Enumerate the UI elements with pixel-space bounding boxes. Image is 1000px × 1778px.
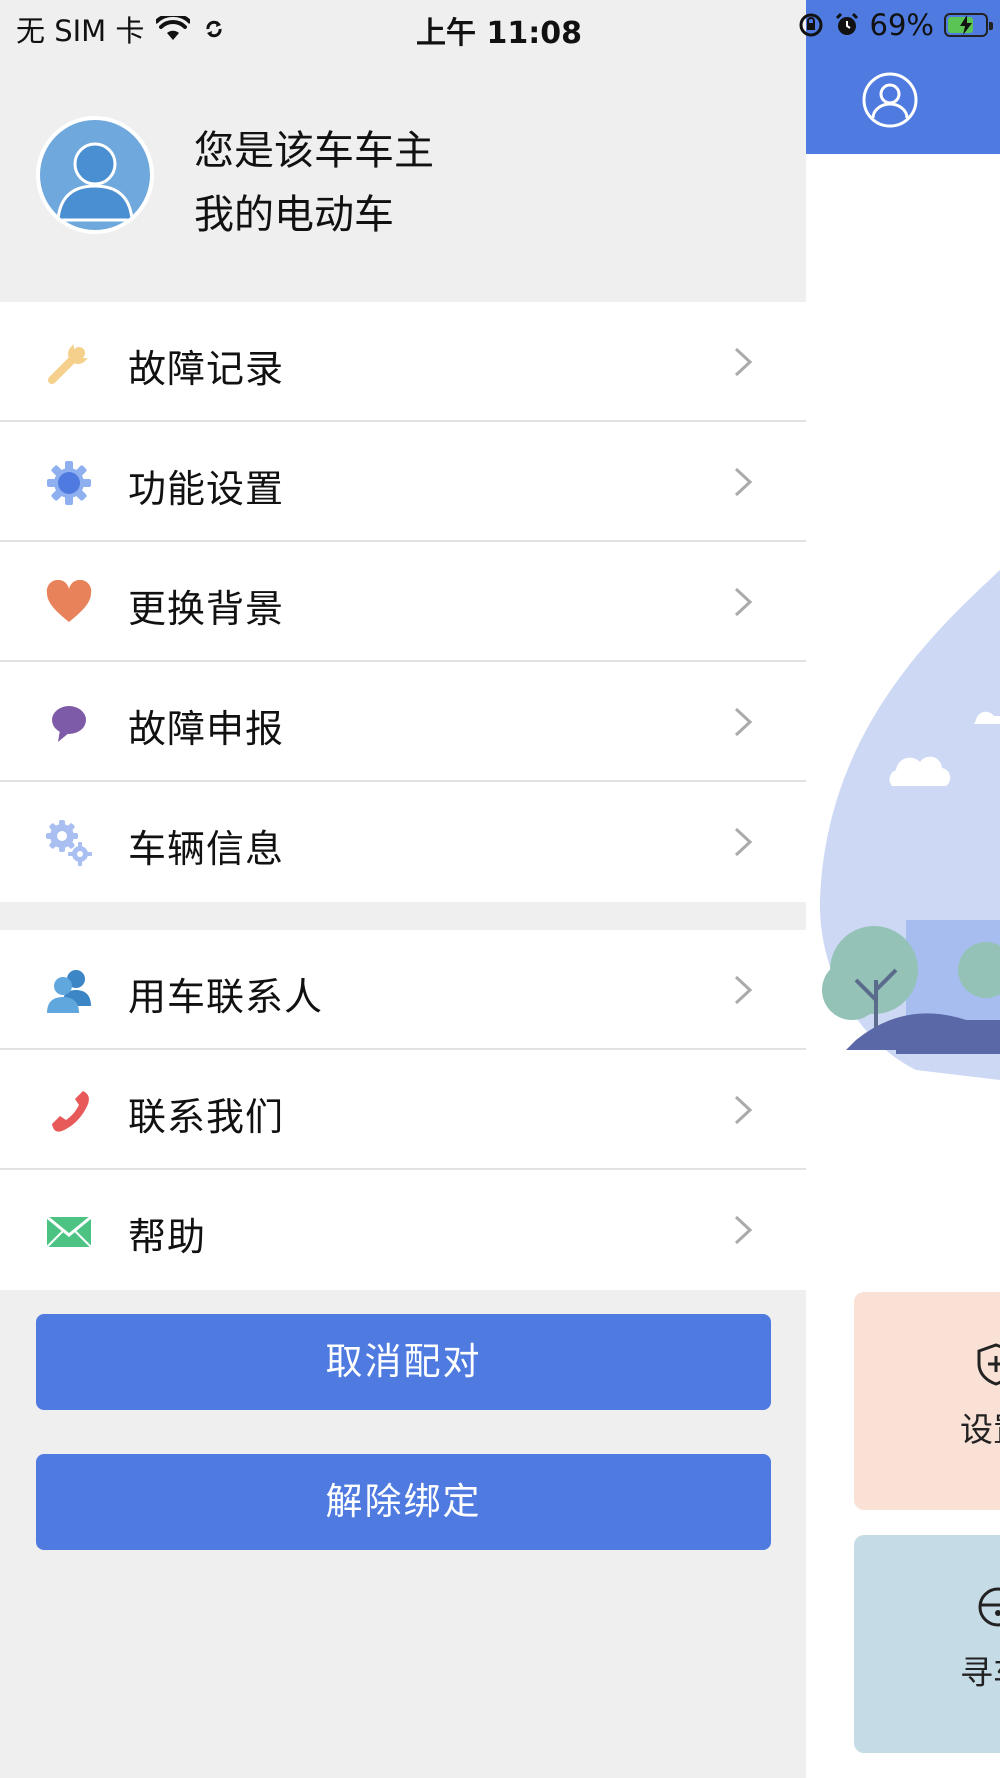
menu-item-label: 联系我们 bbox=[128, 1095, 285, 1139]
chevron-right-icon bbox=[734, 975, 753, 1005]
menu-item-label: 功能设置 bbox=[128, 467, 285, 511]
owner-status: 您是该车车主 bbox=[194, 128, 434, 174]
chevron-right-icon bbox=[734, 467, 753, 497]
menu-item-help[interactable]: 帮助 bbox=[0, 1170, 806, 1290]
user-profile-icon[interactable] bbox=[862, 72, 918, 128]
menu-item-label: 用车联系人 bbox=[128, 975, 324, 1019]
chevron-right-icon bbox=[734, 1095, 753, 1125]
menu-item-change-background[interactable]: 更换背景 bbox=[0, 542, 806, 662]
chevron-right-icon bbox=[734, 707, 753, 737]
unbind-button[interactable]: 解除绑定 bbox=[36, 1454, 771, 1550]
phone-icon bbox=[52, 1091, 89, 1132]
default-user-icon bbox=[56, 142, 134, 222]
menu-group-support: 用车联系人 联系我们 帮助 bbox=[0, 930, 806, 1290]
wrench-icon bbox=[48, 344, 88, 384]
avatar[interactable] bbox=[36, 116, 154, 234]
chevron-right-icon bbox=[734, 827, 753, 857]
rotation-lock-icon bbox=[799, 13, 823, 37]
settings-card-label: 设置 bbox=[960, 1410, 1000, 1449]
menu-item-function-settings[interactable]: 功能设置 bbox=[0, 422, 806, 542]
shield-plus-icon bbox=[977, 1343, 1000, 1386]
side-drawer: 您是该车车主 我的电动车 故障记录 功能设置 更换背景 故障申报 车辆信息 用车… bbox=[0, 0, 806, 1778]
mail-icon bbox=[46, 1215, 92, 1248]
status-time: 上午 11:08 bbox=[416, 16, 582, 51]
steering-wheel-icon bbox=[978, 1587, 1000, 1627]
chevron-right-icon bbox=[734, 1215, 753, 1245]
settings-card[interactable]: 设置 bbox=[854, 1292, 1000, 1510]
find-vehicle-card-label: 寻车 bbox=[960, 1653, 1000, 1692]
menu-item-label: 帮助 bbox=[128, 1215, 207, 1259]
alarm-icon bbox=[835, 12, 858, 35]
menu-item-contact-us[interactable]: 联系我们 bbox=[0, 1050, 806, 1170]
chevron-right-icon bbox=[734, 587, 753, 617]
status-bar: 无 SIM 卡 上午 11:08 69% bbox=[0, 0, 1000, 51]
contacts-icon bbox=[47, 970, 91, 1013]
unpair-button[interactable]: 取消配对 bbox=[36, 1314, 771, 1410]
vehicle-name: 我的电动车 bbox=[194, 192, 394, 238]
find-vehicle-card[interactable]: 寻车 bbox=[854, 1535, 1000, 1753]
gear-icon bbox=[47, 461, 91, 505]
battery-icon bbox=[944, 13, 993, 37]
battery-percent: 69% bbox=[869, 8, 934, 42]
heart-icon bbox=[46, 580, 92, 622]
menu-item-label: 故障记录 bbox=[128, 347, 285, 391]
gears-icon bbox=[46, 820, 92, 866]
scooter-illustration bbox=[819, 570, 1000, 1080]
chevron-right-icon bbox=[734, 347, 753, 377]
menu-item-fault-records[interactable]: 故障记录 bbox=[0, 302, 806, 422]
menu-item-label: 故障申报 bbox=[128, 707, 285, 751]
menu-item-fault-report[interactable]: 故障申报 bbox=[0, 662, 806, 782]
chat-bubble-icon bbox=[52, 706, 86, 742]
menu-item-label: 车辆信息 bbox=[128, 827, 285, 871]
menu-item-label: 更换背景 bbox=[128, 587, 285, 631]
menu-item-vehicle-info[interactable]: 车辆信息 bbox=[0, 782, 806, 902]
menu-item-contacts[interactable]: 用车联系人 bbox=[0, 930, 806, 1050]
menu-group-vehicle: 故障记录 功能设置 更换背景 故障申报 车辆信息 bbox=[0, 302, 806, 902]
